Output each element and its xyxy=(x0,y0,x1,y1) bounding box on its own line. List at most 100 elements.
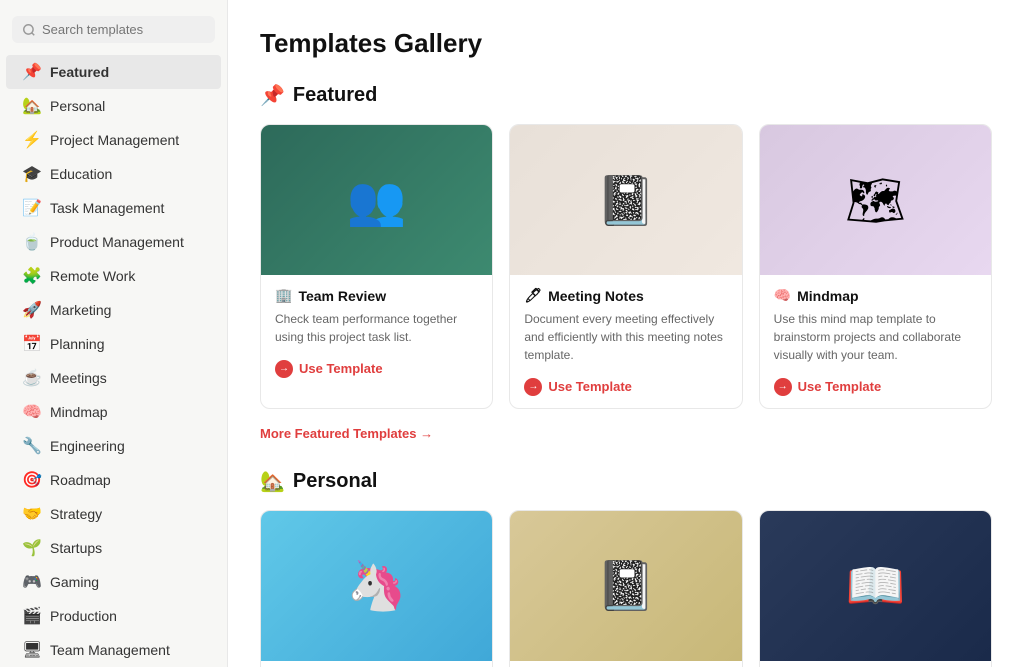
card-body-meeting-notes: 🖊 Meeting Notes Document every meeting e… xyxy=(510,275,741,408)
engineering-icon: 🔧 xyxy=(22,436,42,456)
sidebar-items: 📌 Featured 🏡 Personal ⚡ Project Manageme… xyxy=(0,55,227,667)
card-icon-mindmap: 🧠 xyxy=(774,287,791,304)
card-body-personal-task-tracker: 🦄 Personal Task Tracker & Planning List … xyxy=(261,661,492,667)
card-image-mindmap: 🗺 xyxy=(760,125,991,275)
sidebar-item-label: Gaming xyxy=(50,574,99,590)
roadmap-icon: 🎯 xyxy=(22,470,42,490)
sidebar-item-featured[interactable]: 📌 Featured xyxy=(6,55,221,89)
sidebar-item-product-management[interactable]: 🍵 Product Management xyxy=(6,225,221,259)
card-image-bullet-journal: 📓 xyxy=(510,511,741,661)
sidebar-item-label: Personal xyxy=(50,98,105,114)
sidebar-item-label: Task Management xyxy=(50,200,164,216)
card-desc-team-review: Check team performance together using th… xyxy=(275,310,478,346)
card-bullet-journal[interactable]: 📓 📒 Bullet Journal Your digital Bullet J… xyxy=(509,510,742,667)
sidebar-item-label: Startups xyxy=(50,540,102,556)
sidebar-item-label: Marketing xyxy=(50,302,111,318)
card-body-mindmap: 🧠 Mindmap Use this mind map template to … xyxy=(760,275,991,408)
team-management-icon: 🖥 xyxy=(22,640,42,660)
card-team-review[interactable]: 👥 🏢 Team Review Check team performance t… xyxy=(260,124,493,409)
sidebar-item-production[interactable]: 🎬 Production xyxy=(6,599,221,633)
sidebar-item-personal[interactable]: 🏡 Personal xyxy=(6,89,221,123)
project-management-icon: ⚡ xyxy=(22,130,42,150)
use-template-btn-meeting-notes[interactable]: → Use Template xyxy=(524,378,632,396)
sidebar-item-education[interactable]: 🎓 Education xyxy=(6,157,221,191)
card-title-team-review: 🏢 Team Review xyxy=(275,287,478,304)
sidebar-item-label: Roadmap xyxy=(50,472,111,488)
card-desc-mindmap: Use this mind map template to brainstorm… xyxy=(774,310,977,364)
card-bullet-journal-weekly[interactable]: 📖 💡 Bullet Journal Weekly Highlights Get… xyxy=(759,510,992,667)
sidebar-item-task-management[interactable]: 📝 Task Management xyxy=(6,191,221,225)
sidebar-item-engineering[interactable]: 🔧 Engineering xyxy=(6,429,221,463)
product-management-icon: 🍵 xyxy=(22,232,42,252)
card-title-mindmap: 🧠 Mindmap xyxy=(774,287,977,304)
startups-icon: 🌱 xyxy=(22,538,42,558)
card-body-bullet-journal-weekly: 💡 Bullet Journal Weekly Highlights Get a… xyxy=(760,661,991,667)
card-image-team-review: 👥 xyxy=(261,125,492,275)
featured-section: 📌 Featured 👥 🏢 Team Review Check team pe… xyxy=(260,83,992,469)
sidebar-item-roadmap[interactable]: 🎯 Roadmap xyxy=(6,463,221,497)
card-icon-team-review: 🏢 xyxy=(275,287,292,304)
sidebar-item-project-management[interactable]: ⚡ Project Management xyxy=(6,123,221,157)
sidebar-item-label: Strategy xyxy=(50,506,102,522)
sidebar-item-planning[interactable]: 📅 Planning xyxy=(6,327,221,361)
card-desc-meeting-notes: Document every meeting effectively and e… xyxy=(524,310,727,364)
card-image-meeting-notes: 📓 xyxy=(510,125,741,275)
card-mindmap[interactable]: 🗺 🧠 Mindmap Use this mind map template t… xyxy=(759,124,992,409)
arrow-icon-mindmap: → xyxy=(774,378,792,396)
education-icon: 🎓 xyxy=(22,164,42,184)
main-content: Templates Gallery 📌 Featured 👥 🏢 Team Re… xyxy=(228,0,1024,667)
featured-section-icon: 📌 xyxy=(260,83,285,108)
more-featured-link[interactable]: More Featured Templates → xyxy=(260,426,433,441)
featured-cards-grid: 👥 🏢 Team Review Check team performance t… xyxy=(260,124,992,409)
personal-section-icon: 🏡 xyxy=(260,469,285,494)
sidebar-item-label: Product Management xyxy=(50,234,184,250)
sidebar-item-startups[interactable]: 🌱 Startups xyxy=(6,531,221,565)
task-management-icon: 📝 xyxy=(22,198,42,218)
strategy-icon: 🤝 xyxy=(22,504,42,524)
planning-icon: 📅 xyxy=(22,334,42,354)
search-box[interactable] xyxy=(12,16,215,43)
card-icon-meeting-notes: 🖊 xyxy=(524,287,542,304)
sidebar-item-label: Project Management xyxy=(50,132,179,148)
sidebar-item-label: Team Management xyxy=(50,642,170,658)
sidebar: 📌 Featured 🏡 Personal ⚡ Project Manageme… xyxy=(0,0,228,667)
card-body-team-review: 🏢 Team Review Check team performance tog… xyxy=(261,275,492,390)
personal-section-title: 🏡 Personal xyxy=(260,469,992,494)
search-input[interactable] xyxy=(42,22,205,37)
card-personal-task-tracker[interactable]: 🦄 🦄 Personal Task Tracker & Planning Lis… xyxy=(260,510,493,667)
sidebar-item-label: Meetings xyxy=(50,370,107,386)
mindmap-icon: 🧠 xyxy=(22,402,42,422)
sidebar-item-meetings[interactable]: ☕ Meetings xyxy=(6,361,221,395)
sidebar-item-label: Mindmap xyxy=(50,404,108,420)
sidebar-item-marketing[interactable]: 🚀 Marketing xyxy=(6,293,221,327)
sidebar-item-label: Featured xyxy=(50,64,109,80)
sidebar-item-label: Planning xyxy=(50,336,105,352)
personal-section: 🏡 Personal 🦄 🦄 Personal Task Tracker & P… xyxy=(260,469,992,667)
personal-cards-grid: 🦄 🦄 Personal Task Tracker & Planning Lis… xyxy=(260,510,992,667)
search-icon xyxy=(22,23,36,37)
personal-icon: 🏡 xyxy=(22,96,42,116)
card-image-personal-task-tracker: 🦄 xyxy=(261,511,492,661)
arrow-icon-meeting-notes: → xyxy=(524,378,542,396)
sidebar-item-mindmap[interactable]: 🧠 Mindmap xyxy=(6,395,221,429)
featured-icon: 📌 xyxy=(22,62,42,82)
sidebar-item-strategy[interactable]: 🤝 Strategy xyxy=(6,497,221,531)
card-title-meeting-notes: 🖊 Meeting Notes xyxy=(524,287,727,304)
use-template-btn-team-review[interactable]: → Use Template xyxy=(275,360,383,378)
featured-section-title: 📌 Featured xyxy=(260,83,992,108)
remote-work-icon: 🧩 xyxy=(22,266,42,286)
card-meeting-notes[interactable]: 📓 🖊 Meeting Notes Document every meeting… xyxy=(509,124,742,409)
production-icon: 🎬 xyxy=(22,606,42,626)
sidebar-item-gaming[interactable]: 🎮 Gaming xyxy=(6,565,221,599)
sidebar-item-remote-work[interactable]: 🧩 Remote Work xyxy=(6,259,221,293)
sidebar-item-team-management[interactable]: 🖥 Team Management xyxy=(6,633,221,667)
sidebar-item-label: Remote Work xyxy=(50,268,135,284)
card-image-bullet-journal-weekly: 📖 xyxy=(760,511,991,661)
sidebar-item-label: Education xyxy=(50,166,112,182)
card-body-bullet-journal: 📒 Bullet Journal Your digital Bullet Jou… xyxy=(510,661,741,667)
page-title: Templates Gallery xyxy=(260,28,992,59)
marketing-icon: 🚀 xyxy=(22,300,42,320)
use-template-btn-mindmap[interactable]: → Use Template xyxy=(774,378,882,396)
meetings-icon: ☕ xyxy=(22,368,42,388)
sidebar-item-label: Engineering xyxy=(50,438,125,454)
